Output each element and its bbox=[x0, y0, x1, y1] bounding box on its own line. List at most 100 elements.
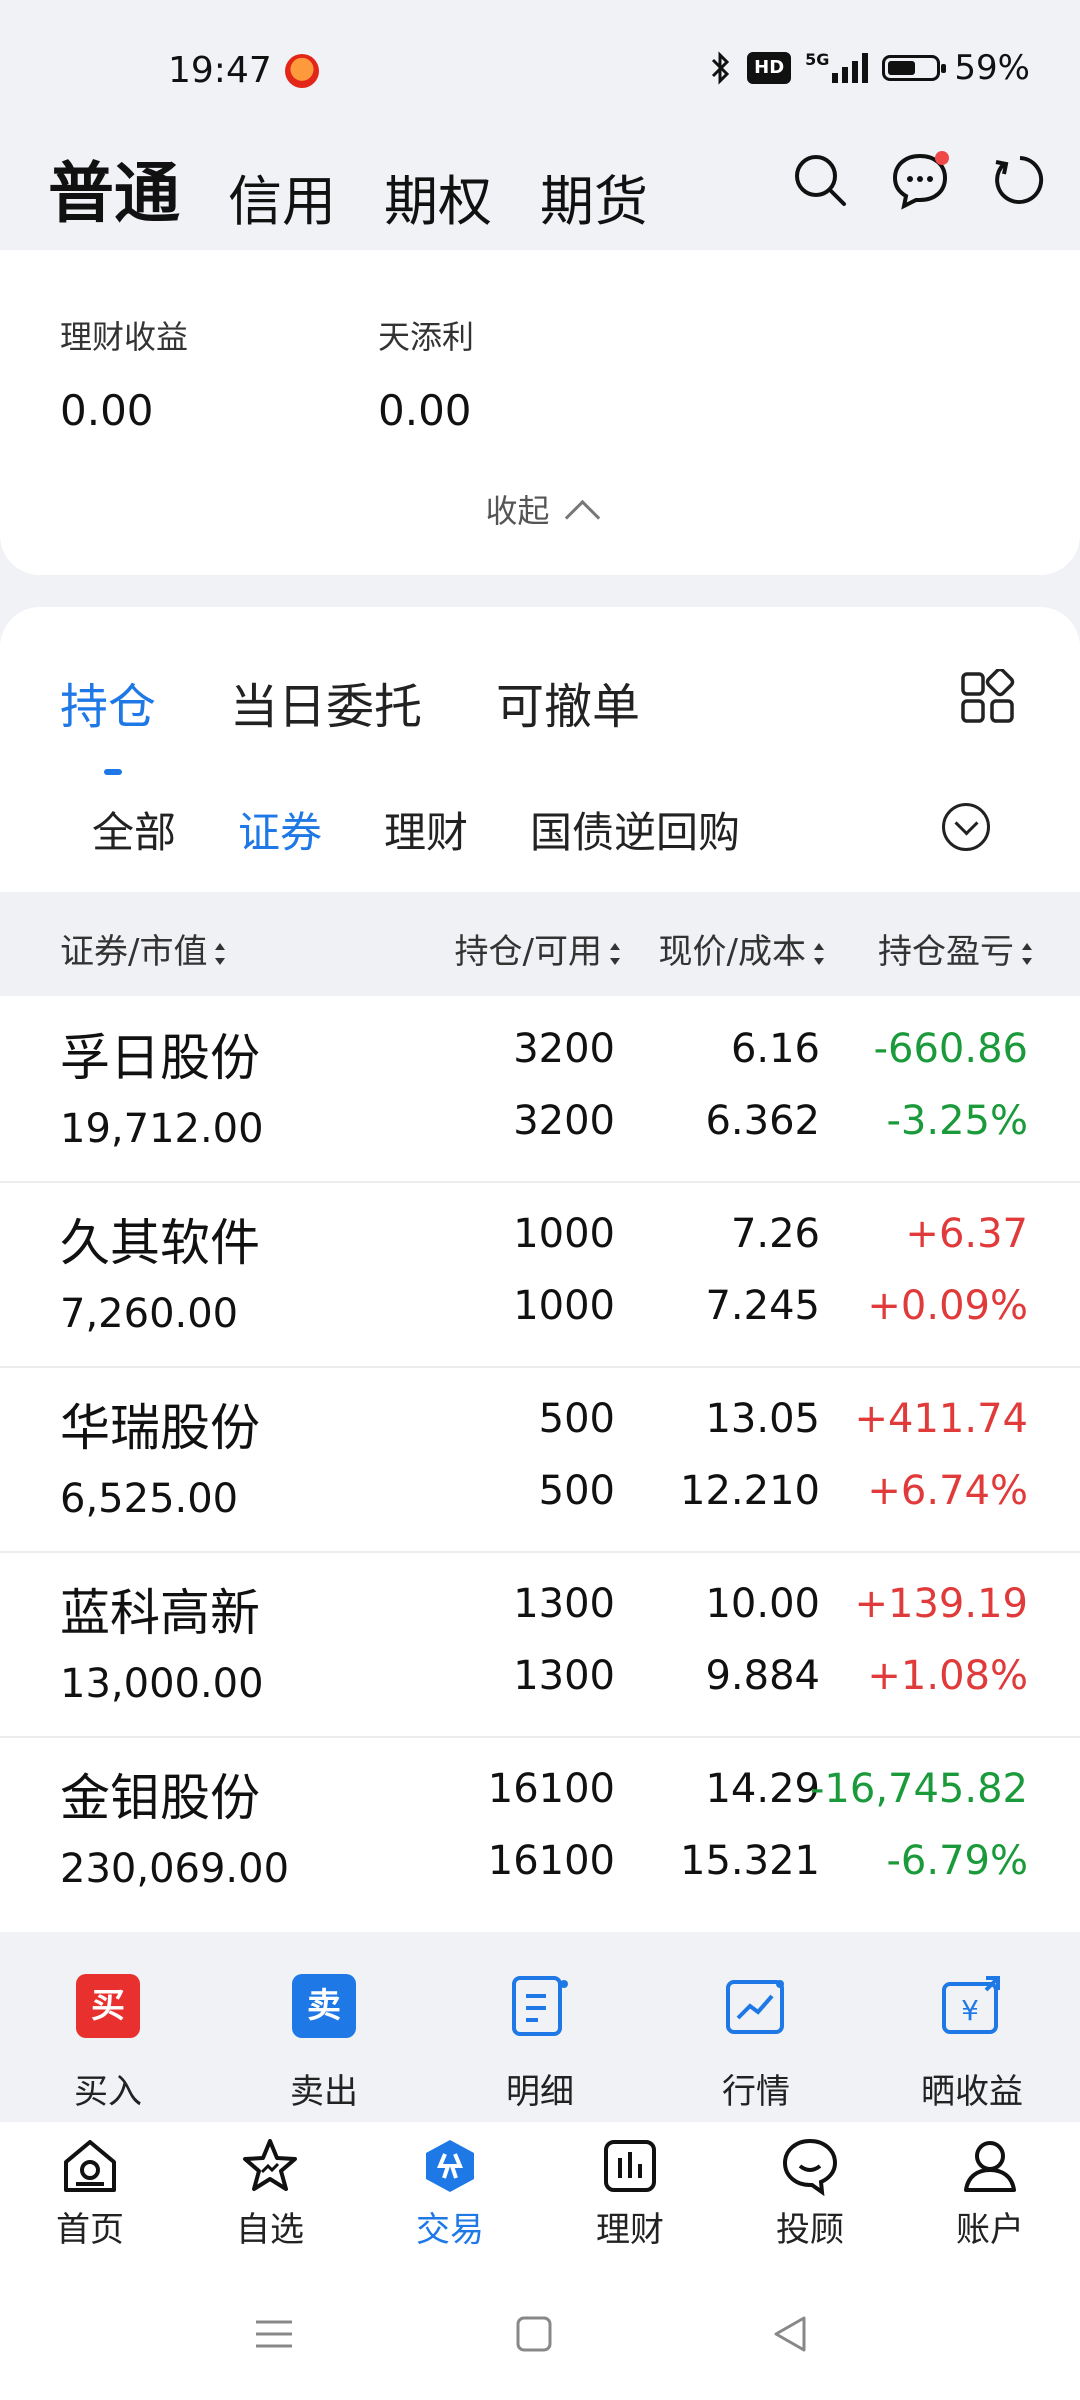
positions-card: 持仓 当日委托 可撤单 全部 证券 理财 国债逆回购 证券/市值 持仓/可用 现… bbox=[0, 607, 1080, 1932]
tab-holdings[interactable]: 持仓 bbox=[60, 667, 156, 775]
stock-name: 金钼股份 bbox=[60, 1769, 260, 1827]
current-price: 10.00 bbox=[705, 1581, 820, 1627]
cost-price: 15.321 bbox=[680, 1838, 820, 1884]
market-value: 7,260.00 bbox=[60, 1291, 239, 1337]
nav-advisor[interactable]: 投顾 bbox=[735, 2136, 885, 2251]
profit-loss: +411.74 bbox=[854, 1396, 1028, 1442]
trade-icon bbox=[420, 2136, 480, 2196]
available-qty: 3200 bbox=[513, 1098, 615, 1144]
buy-icon: 买 bbox=[76, 1974, 140, 2038]
star-icon bbox=[240, 2136, 300, 2196]
profit-loss-pct: -3.25% bbox=[886, 1098, 1028, 1144]
refresh-icon[interactable] bbox=[990, 150, 1050, 210]
header-holdings[interactable]: 持仓/可用 bbox=[455, 924, 620, 973]
header-security[interactable]: 证券/市值 bbox=[60, 924, 226, 973]
profit-loss-pct: -6.79% bbox=[886, 1838, 1028, 1884]
chevron-up-icon bbox=[564, 499, 600, 536]
battery-icon bbox=[882, 55, 947, 81]
tab-futures[interactable]: 期货 bbox=[540, 157, 648, 236]
profit-loss-pct: +1.08% bbox=[867, 1653, 1028, 1699]
nav-home-label: 首页 bbox=[56, 2210, 124, 2250]
cost-price: 7.245 bbox=[705, 1283, 820, 1329]
finance-income-label: 理财收益 bbox=[60, 318, 189, 356]
header-pl[interactable]: 持仓盈亏 bbox=[878, 924, 1032, 973]
nav-wealth[interactable]: 理财 bbox=[555, 2136, 705, 2251]
tab-reverse-repo[interactable]: 国债逆回购 bbox=[530, 799, 740, 860]
details-icon bbox=[508, 1974, 572, 2038]
system-navigation-bar bbox=[0, 2272, 1080, 2400]
share-earnings-label: 晒收益 bbox=[921, 2072, 1023, 2112]
market-button[interactable]: 行情 bbox=[686, 1974, 826, 2113]
market-value: 230,069.00 bbox=[60, 1846, 290, 1892]
tab-credit[interactable]: 信用 bbox=[228, 157, 336, 236]
nav-home[interactable]: 首页 bbox=[15, 2136, 165, 2251]
message-icon[interactable] bbox=[890, 150, 950, 210]
available-qty: 500 bbox=[538, 1468, 615, 1514]
nav-watchlist[interactable]: 自选 bbox=[195, 2136, 345, 2251]
header-price[interactable]: 现价/成本 bbox=[659, 924, 824, 973]
account-type-tabs: 普通 信用 期权 期货 bbox=[48, 140, 648, 236]
table-row[interactable]: 华瑞股份 6,525.00 500 500 13.05 12.210 +411.… bbox=[0, 1366, 1080, 1553]
current-price: 14.29 bbox=[705, 1766, 820, 1812]
sort-icon bbox=[610, 943, 620, 965]
current-price: 6.16 bbox=[730, 1026, 820, 1072]
stock-name: 孚日股份 bbox=[60, 1029, 260, 1087]
nav-account-label: 账户 bbox=[956, 2210, 1024, 2250]
sell-label: 卖出 bbox=[290, 2072, 358, 2112]
back-icon[interactable] bbox=[770, 2314, 810, 2354]
table-row[interactable]: 孚日股份 19,712.00 3200 3200 6.16 6.362 -660… bbox=[0, 996, 1080, 1183]
profit-loss: +6.37 bbox=[905, 1211, 1028, 1257]
wealth-chart-icon bbox=[600, 2136, 660, 2196]
profit-loss: -660.86 bbox=[873, 1026, 1028, 1072]
buy-label: 买入 bbox=[74, 2072, 142, 2112]
bluetooth-icon bbox=[712, 51, 730, 85]
market-value: 19,712.00 bbox=[60, 1106, 264, 1152]
cost-price: 9.884 bbox=[705, 1653, 820, 1699]
nav-trade-label: 交易 bbox=[416, 2210, 484, 2250]
menu-icon[interactable] bbox=[254, 2314, 294, 2354]
cost-price: 6.362 bbox=[705, 1098, 820, 1144]
tab-today-orders[interactable]: 当日委托 bbox=[230, 667, 422, 737]
search-icon[interactable] bbox=[790, 150, 850, 210]
tab-wealth[interactable]: 理财 bbox=[384, 799, 468, 860]
cost-price: 12.210 bbox=[680, 1468, 820, 1514]
tab-cancelable[interactable]: 可撤单 bbox=[496, 667, 640, 737]
details-label: 明细 bbox=[506, 2072, 574, 2112]
stock-name: 华瑞股份 bbox=[60, 1399, 260, 1457]
sell-icon: 卖 bbox=[292, 1974, 356, 2038]
nav-account[interactable]: 账户 bbox=[915, 2136, 1065, 2251]
tab-securities[interactable]: 证券 bbox=[238, 799, 322, 860]
sell-button[interactable]: 卖 卖出 bbox=[254, 1974, 394, 2113]
holding-qty: 500 bbox=[538, 1396, 615, 1442]
app-notification-icon bbox=[285, 54, 319, 88]
grid-menu-icon[interactable] bbox=[960, 667, 1016, 725]
table-row[interactable]: 蓝科高新 13,000.00 1300 1300 10.00 9.884 +13… bbox=[0, 1551, 1080, 1738]
tab-all[interactable]: 全部 bbox=[92, 799, 176, 860]
stock-name: 久其软件 bbox=[60, 1214, 260, 1272]
status-indicators: HD 5G 59% bbox=[707, 48, 1030, 88]
nav-advisor-label: 投顾 bbox=[776, 2210, 844, 2250]
details-button[interactable]: 明细 bbox=[470, 1974, 610, 2113]
available-qty: 1300 bbox=[513, 1653, 615, 1699]
nav-trade[interactable]: 交易 bbox=[375, 2136, 525, 2251]
network-label: 5G bbox=[805, 50, 830, 69]
table-row[interactable]: 久其软件 7,260.00 1000 1000 7.26 7.245 +6.37… bbox=[0, 1181, 1080, 1368]
category-tabs: 全部 证券 理财 国债逆回购 bbox=[92, 799, 740, 860]
available-qty: 16100 bbox=[487, 1838, 615, 1884]
holding-qty: 16100 bbox=[487, 1766, 615, 1812]
profit-loss: +139.19 bbox=[854, 1581, 1028, 1627]
collapse-toggle[interactable]: 收起 bbox=[0, 486, 1080, 536]
buy-button[interactable]: 买 买入 bbox=[38, 1974, 178, 2113]
expand-categories-icon[interactable] bbox=[942, 803, 990, 851]
status-time: 19:47 bbox=[168, 50, 272, 91]
home-button-icon[interactable] bbox=[514, 2314, 554, 2354]
stock-name: 蓝科高新 bbox=[60, 1584, 260, 1642]
profit-loss-pct: +6.74% bbox=[867, 1468, 1028, 1514]
table-row[interactable]: 金钼股份 230,069.00 16100 16100 14.29 15.321… bbox=[0, 1736, 1080, 1921]
current-price: 13.05 bbox=[705, 1396, 820, 1442]
tab-options[interactable]: 期权 bbox=[384, 157, 492, 236]
bottom-navigation: 首页 自选 交易 理财 投顾 账户 bbox=[0, 2122, 1080, 2272]
tab-normal[interactable]: 普通 bbox=[48, 140, 180, 236]
trade-action-bar: 买 买入 卖 卖出 明细 行情 ¥ 晒收益 bbox=[0, 1932, 1080, 2122]
share-earnings-button[interactable]: ¥ 晒收益 bbox=[902, 1974, 1042, 2113]
